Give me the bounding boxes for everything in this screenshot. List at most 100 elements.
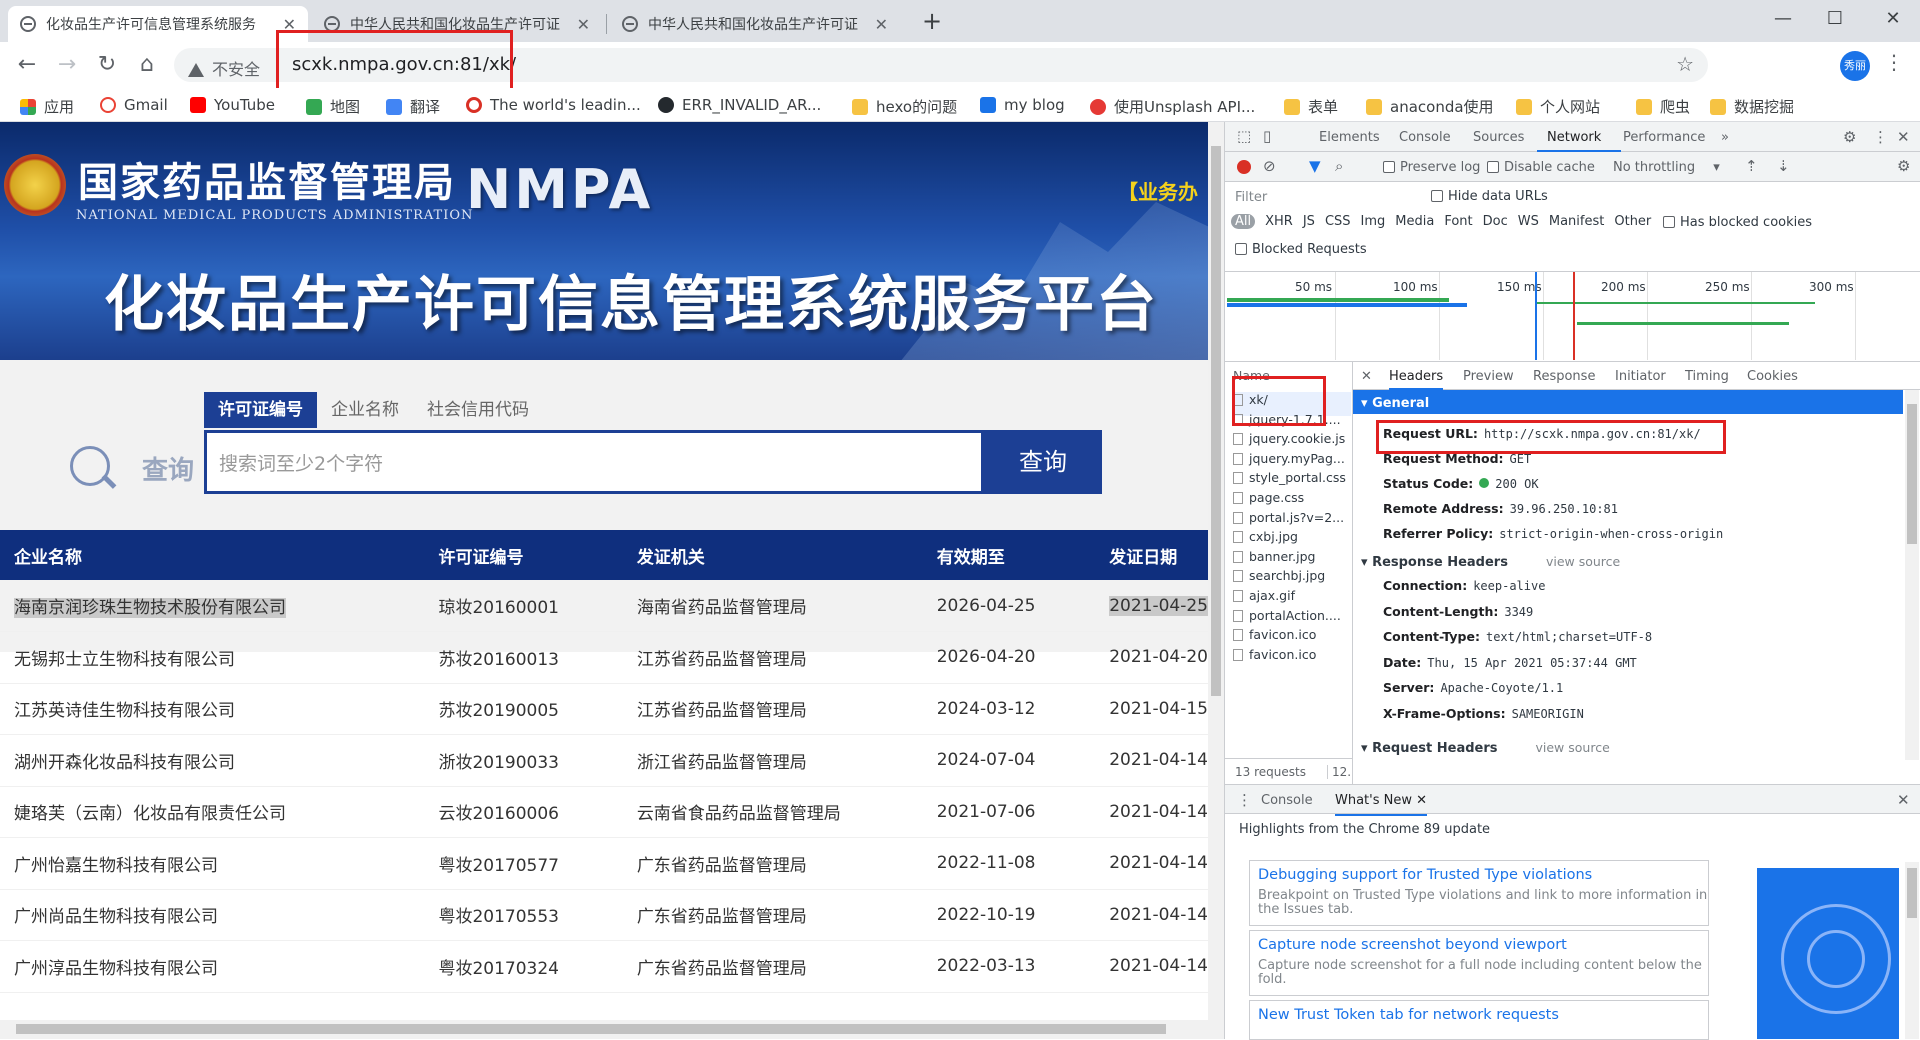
tab-console[interactable]: Console — [1399, 130, 1451, 145]
table-row[interactable]: 婕珞芙（云南）化妆品有限责任公司 云妆20160006 云南省食品药品监督管理局 20… — [0, 786, 1208, 838]
general-section-header[interactable]: ▾ General — [1353, 390, 1903, 414]
bookmark-item[interactable]: hexo的问题 — [852, 96, 957, 117]
close-detail-icon[interactable]: ✕ — [1361, 369, 1372, 384]
bookmark-item[interactable]: The world's leadin... — [466, 96, 641, 114]
device-toolbar-icon[interactable]: ▯ — [1263, 127, 1271, 145]
tab-cookies[interactable]: Cookies — [1747, 369, 1798, 384]
browser-tab-active[interactable]: 化妆品生产许可信息管理系统服务 ✕ — [8, 6, 308, 42]
table-row[interactable]: 广州怡嘉生物科技有限公司 粤妆20170577 广东省药品监督管理局 2022-11-… — [0, 837, 1208, 890]
cell-text[interactable]: 广州尚品生物科技有限公司 — [14, 907, 218, 927]
cell-text[interactable]: 婕珞芙（云南）化妆品有限责任公司 — [14, 804, 286, 824]
new-tab-button[interactable]: + — [922, 6, 942, 36]
search-icon[interactable]: ⌕ — [1335, 157, 1343, 175]
tab-timing[interactable]: Timing — [1685, 369, 1729, 384]
window-close-icon[interactable]: ✕ — [1870, 4, 1916, 34]
type-filter-other[interactable]: Other — [1614, 214, 1651, 229]
type-filter-manifest[interactable]: Manifest — [1549, 214, 1604, 229]
tab-performance[interactable]: Performance — [1623, 130, 1705, 145]
close-tab-icon[interactable]: ✕ — [577, 15, 590, 34]
bookmark-item[interactable]: YouTube — [190, 96, 275, 114]
bookmark-item[interactable]: my blog — [980, 96, 1065, 114]
scrollbar-thumb[interactable] — [16, 1024, 1166, 1034]
bookmark-item[interactable]: 翻译 — [386, 96, 440, 117]
tab-elements[interactable]: Elements — [1319, 130, 1380, 145]
close-tab-icon[interactable]: ✕ — [875, 15, 888, 34]
browser-menu-icon[interactable]: ⋮ — [1884, 50, 1904, 74]
bookmark-star-icon[interactable]: ☆ — [1676, 52, 1694, 76]
type-filter-xhr[interactable]: XHR — [1265, 214, 1293, 229]
bookmark-item[interactable]: 爬虫 — [1636, 96, 1690, 117]
type-filter-all[interactable]: All — [1231, 214, 1256, 229]
whats-new-card[interactable]: Debugging support for Trusted Type viola… — [1249, 860, 1709, 926]
forward-icon[interactable]: → — [52, 50, 82, 80]
cell-text[interactable]: 广州淳品生物科技有限公司 — [14, 959, 218, 979]
drawer-menu-icon[interactable]: ⋮ — [1237, 791, 1252, 809]
view-source-link[interactable]: view source — [1536, 740, 1610, 755]
tab-credit-code[interactable]: 社会信用代码 — [413, 392, 543, 428]
filter-input[interactable]: Filter — [1235, 190, 1267, 205]
maximize-icon[interactable]: ☐ — [1812, 4, 1858, 34]
back-icon[interactable]: ← — [12, 50, 42, 80]
bookmark-item[interactable]: 使用Unsplash API... — [1090, 96, 1255, 117]
scrollbar-thumb[interactable] — [1907, 868, 1917, 918]
bookmark-item[interactable]: ERR_INVALID_AR... — [658, 96, 821, 114]
bookmark-item[interactable]: 个人网站 — [1516, 96, 1600, 117]
reload-icon[interactable]: ↻ — [92, 50, 122, 80]
minimize-icon[interactable]: — — [1760, 4, 1806, 34]
view-source-link[interactable]: view source — [1546, 554, 1620, 569]
home-icon[interactable]: ⌂ — [132, 50, 162, 80]
import-har-icon[interactable]: ⇡ — [1745, 157, 1758, 175]
page-vertical-scrollbar[interactable] — [1208, 122, 1224, 1039]
hide-data-urls-checkbox[interactable]: Hide data URLs — [1431, 189, 1548, 204]
cell-text[interactable]: 无锡邦士立生物科技有限公司 — [14, 650, 235, 670]
business-link[interactable]: 【业务办 — [1118, 176, 1198, 205]
tab-preview[interactable]: Preview — [1463, 369, 1514, 384]
drawer-scrollbar[interactable] — [1905, 862, 1919, 1039]
settings-gear-icon[interactable]: ⚙ — [1843, 128, 1856, 146]
whats-new-card[interactable]: Capture node screenshot beyond viewport C… — [1249, 930, 1709, 996]
close-devtools-icon[interactable]: ✕ — [1897, 128, 1910, 146]
tab-company-name[interactable]: 企业名称 — [317, 392, 413, 428]
close-drawer-icon[interactable]: ✕ — [1897, 791, 1910, 809]
clear-icon[interactable]: ⊘ — [1263, 157, 1276, 175]
type-filter-font[interactable]: Font — [1444, 214, 1472, 229]
request-headers-section[interactable]: ▾ Request Headers view source — [1361, 740, 1610, 756]
preserve-log-checkbox[interactable]: Preserve log — [1383, 160, 1480, 175]
has-blocked-cookies-checkbox[interactable]: Has blocked cookies — [1663, 215, 1812, 230]
card-title[interactable]: Capture node screenshot beyond viewport — [1258, 937, 1567, 953]
type-filter-ws[interactable]: WS — [1518, 214, 1539, 229]
tab-response[interactable]: Response — [1533, 369, 1595, 384]
cell-text[interactable]: 广州怡嘉生物科技有限公司 — [14, 856, 218, 876]
tab-sources[interactable]: Sources — [1473, 130, 1524, 145]
blocked-requests-checkbox[interactable]: Blocked Requests — [1235, 242, 1367, 257]
type-filter-js[interactable]: JS — [1303, 214, 1315, 229]
bookmark-item[interactable]: 地图 — [306, 96, 360, 117]
more-tabs-icon[interactable]: » — [1721, 130, 1729, 145]
bookmark-item[interactable]: Gmail — [100, 96, 168, 114]
scrollbar-thumb[interactable] — [1907, 404, 1917, 544]
cell-text[interactable]: 海南京润珍珠生物技术股份有限公司 — [14, 598, 286, 618]
security-indicator[interactable]: 不安全 — [188, 56, 260, 80]
card-title[interactable]: Debugging support for Trusted Type viola… — [1258, 867, 1592, 883]
tab-network[interactable]: Network — [1547, 130, 1601, 145]
page-horizontal-scrollbar[interactable] — [0, 1020, 1224, 1039]
table-row[interactable]: 海南京润珍珠生物技术股份有限公司 琼妆20160001 海南省药品监督管理局 2026… — [0, 580, 1208, 632]
drawer-tab-whats-new[interactable]: What's New ✕ — [1335, 793, 1428, 816]
bookmark-item[interactable]: 应用 — [20, 96, 74, 117]
inspect-element-icon[interactable]: ⬚ — [1237, 127, 1251, 145]
table-row[interactable]: 广州尚品生物科技有限公司 粤妆20170553 广东省药品监督管理局 2022-10-… — [0, 889, 1208, 941]
bookmark-item[interactable]: 数据挖掘 — [1710, 96, 1794, 117]
bookmark-item[interactable]: 表单 — [1284, 96, 1338, 117]
devtools-menu-icon[interactable]: ⋮ — [1873, 128, 1888, 146]
close-tab-icon[interactable]: ✕ — [1416, 793, 1427, 808]
tab-initiator[interactable]: Initiator — [1615, 369, 1666, 384]
whats-new-card[interactable]: New Trust Token tab for network requests — [1249, 1000, 1709, 1040]
export-har-icon[interactable]: ⇣ — [1777, 157, 1790, 175]
table-row[interactable]: 江苏英诗佳生物科技有限公司 苏妆20190005 江苏省药品监督管理局 2024-03… — [0, 683, 1208, 735]
bookmark-item[interactable]: anaconda使用 — [1366, 96, 1494, 117]
filter-funnel-icon[interactable]: ▼ — [1309, 157, 1321, 175]
scrollbar-thumb[interactable] — [1211, 146, 1221, 696]
type-filter-img[interactable]: Img — [1361, 214, 1386, 229]
network-timeline-overview[interactable]: 50 ms 100 ms 150 ms 200 ms 250 ms 300 ms — [1225, 272, 1920, 362]
card-title[interactable]: New Trust Token tab for network requests — [1258, 1007, 1559, 1023]
